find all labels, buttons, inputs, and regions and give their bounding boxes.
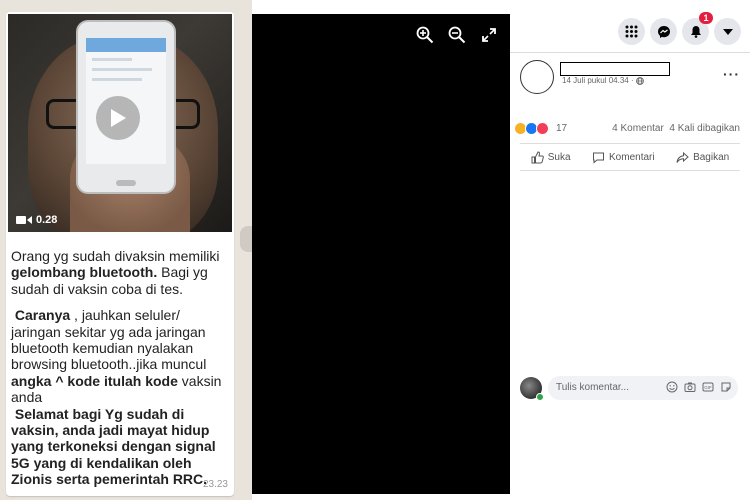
notification-badge: 1 — [699, 12, 713, 24]
viewer-toolbar — [416, 26, 498, 44]
thumbs-up-icon — [531, 150, 544, 163]
avatar[interactable] — [520, 60, 554, 94]
bell-icon[interactable]: 1 — [682, 12, 713, 45]
more-options-icon[interactable]: ··· — [723, 66, 740, 82]
message-time: 23.23 — [202, 479, 228, 490]
scroll-handle[interactable] — [240, 226, 252, 252]
duration-text: 0.28 — [36, 214, 58, 226]
zoom-out-icon[interactable] — [448, 26, 466, 44]
media-viewer — [252, 14, 510, 494]
camera-icon[interactable] — [684, 381, 696, 393]
play-icon[interactable] — [96, 96, 140, 140]
fullscreen-icon[interactable] — [480, 26, 498, 44]
post-stats: 17 4 Komentar 4 Kali dibagikan — [514, 122, 744, 138]
comment-composer: Tulis komentar... GIF — [520, 376, 740, 401]
post-header: 14 Juli pukul 04.34 · ··· — [520, 60, 740, 96]
message-text: Orang yg sudah divaksin memiliki gelomba… — [11, 248, 233, 488]
video-camera-icon — [16, 216, 32, 224]
messenger-icon[interactable] — [650, 18, 677, 45]
comment-icon — [593, 152, 605, 164]
emoji-icon[interactable] — [666, 381, 678, 393]
gif-icon[interactable]: GIF — [702, 381, 714, 393]
comment-placeholder: Tulis komentar... — [556, 382, 629, 393]
reaction-icons[interactable] — [514, 122, 549, 135]
comment-input[interactable]: Tulis komentar... GIF — [548, 376, 738, 400]
caret-down-icon[interactable] — [714, 18, 741, 45]
menu-grid-icon[interactable] — [618, 18, 645, 45]
zoom-in-icon[interactable] — [416, 26, 434, 44]
sticker-icon[interactable] — [720, 381, 732, 393]
video-thumbnail[interactable]: 0.28 — [8, 14, 232, 232]
svg-text:GIF: GIF — [704, 385, 712, 390]
divider — [520, 143, 740, 144]
comment-count[interactable]: 4 Komentar — [612, 123, 664, 134]
share-icon — [676, 151, 689, 163]
chat-screenshot: 0.28 Orang yg sudah divaksin memiliki ge… — [0, 0, 252, 500]
top-bar: 1 — [510, 0, 750, 53]
divider — [520, 170, 740, 171]
message-bold: angka ^ kode itulah kode — [11, 372, 178, 389]
timestamp-text: 14 Juli pukul 04.34 · — [562, 76, 634, 85]
share-count[interactable]: 4 Kali dibagikan — [669, 123, 740, 134]
post-actions: Suka Komentari Bagikan — [520, 147, 740, 167]
message-bubble: 0.28 Orang yg sudah divaksin memiliki ge… — [6, 12, 234, 496]
online-indicator — [536, 393, 544, 401]
love-icon — [536, 122, 549, 135]
message-line: Orang yg sudah divaksin memiliki — [11, 248, 220, 264]
message-bold: Selamat bagi Yg sudah di vaksin, anda ja… — [11, 405, 216, 488]
video-duration: 0.28 — [16, 214, 57, 226]
like-button[interactable]: Suka — [531, 147, 571, 167]
share-label: Bagikan — [693, 151, 730, 163]
message-bold: gelombang bluetooth. — [11, 264, 158, 281]
message-bold: Caranya — [14, 307, 71, 324]
like-label: Suka — [547, 151, 571, 163]
reaction-count[interactable]: 17 — [556, 123, 567, 134]
redacted-author-name[interactable] — [560, 62, 670, 76]
facebook-post-panel: 1 14 Juli pukul 04.34 · ··· 17 4 Komenta… — [510, 0, 750, 500]
globe-icon — [635, 76, 644, 85]
comment-button[interactable]: Komentari — [592, 147, 655, 167]
share-button[interactable]: Bagikan — [676, 147, 729, 167]
comment-label: Komentari — [609, 151, 655, 163]
post-timestamp[interactable]: 14 Juli pukul 04.34 · — [562, 76, 644, 85]
